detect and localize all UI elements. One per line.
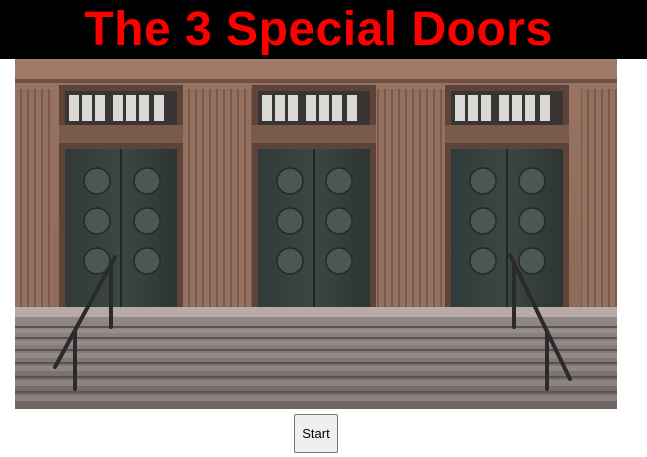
start-button[interactable]: Start — [294, 414, 338, 453]
title-bar: The 3 Special Doors — [0, 0, 647, 59]
doors-image — [15, 59, 617, 409]
page-title: The 3 Special Doors — [84, 3, 553, 56]
